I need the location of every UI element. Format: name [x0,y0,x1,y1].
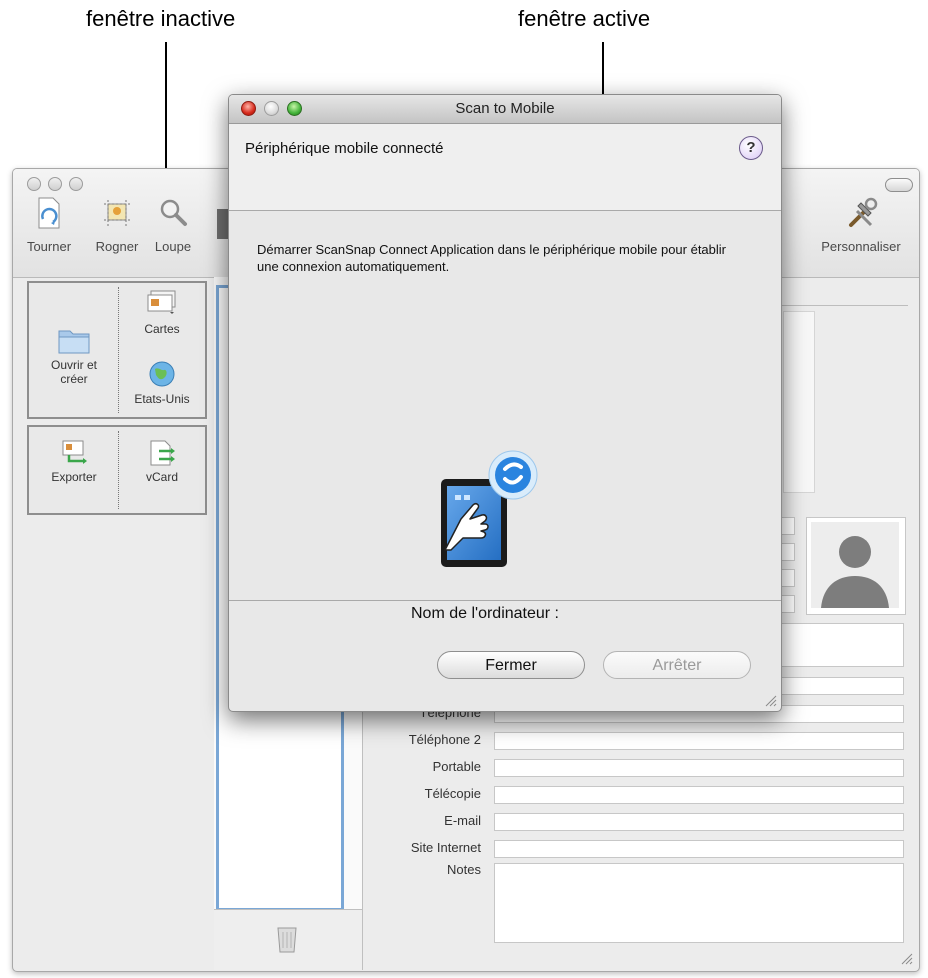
mobile-label: Portable [432,759,481,774]
active-window-callout: fenêtre active [518,6,651,31]
name-field-2[interactable] [781,543,795,561]
cards-label: Cartes [144,322,180,336]
trash-area[interactable] [214,909,362,970]
magnifier-icon [160,199,187,226]
contact-photo [806,517,906,615]
instructions-text: Démarrer ScanSnap Connect Application da… [257,242,726,274]
panel-divider [118,431,119,509]
person-silhouette-icon [811,522,899,608]
open-create-button[interactable]: Ouvrir et créer [31,325,117,386]
vcard-label: vCard [145,470,178,484]
cards-button[interactable]: Cartes [121,289,203,336]
trash-icon [277,927,297,953]
resize-grip-icon[interactable] [901,953,913,965]
stop-button[interactable]: Arrêter [603,651,751,679]
dialog-resize-grip-icon[interactable] [765,695,777,707]
rotate-icon [38,197,60,229]
zoom-label: Loupe [154,239,192,254]
fax-field[interactable] [494,786,904,804]
website-label: Site Internet [410,840,481,855]
vcard-icon [150,440,175,466]
inactive-window-callout-line [165,42,167,186]
name-field-3[interactable] [781,569,795,587]
open-cards-panel: Ouvrir et créer Cartes Etats-Unis [27,281,207,419]
export-panel: Exporter vCard [27,425,207,515]
tablet-tap-icon [441,450,538,567]
inactive-window-callout: fenêtre inactive [86,6,236,31]
customize-label: Personnaliser [821,239,901,254]
card-preview [783,311,815,493]
crop-button[interactable]: Rogner [85,195,149,265]
zoom-button[interactable]: Loupe [141,195,205,265]
us-button[interactable]: Etats-Unis [121,359,203,406]
export-button[interactable]: Exporter [31,439,117,484]
notes-field[interactable] [494,863,904,943]
email-label: E-mail [444,813,481,828]
dialog-header: Périphérique mobile connecté ? [229,124,781,211]
us-label: Etats-Unis [134,392,190,406]
phone2-label: Téléphone 2 [408,732,481,747]
zoom-window-button[interactable] [69,177,83,191]
dialog-titlebar: Scan to Mobile [229,95,781,124]
rotate-button[interactable]: Tourner [17,195,81,265]
phone2-field[interactable] [494,732,904,750]
crop-label: Rogner [95,239,139,254]
name-field-1[interactable] [781,517,795,535]
panel-divider [118,287,119,413]
close-button[interactable]: Fermer [437,651,585,679]
dialog-header-text: Périphérique mobile connecté [245,140,444,157]
globe-icon [149,361,175,387]
export-label: Exporter [51,470,97,484]
computer-name-label: Nom de l'ordinateur : [410,605,559,622]
dialog-title: Scan to Mobile [455,100,555,117]
help-button[interactable]: ? [739,136,763,160]
fax-label: Télécopie [424,786,481,801]
email-field[interactable] [494,813,904,831]
tools-icon [849,197,878,227]
name-field-4[interactable] [781,595,795,613]
cards-icon [147,290,176,314]
website-field[interactable] [494,840,904,858]
dialog-separator [229,600,781,601]
computer-name-value-blurred [539,610,757,624]
export-icon [62,440,87,464]
customize-button[interactable]: Personnaliser [811,195,911,265]
active-window-callout-line [602,42,604,98]
vcard-button[interactable]: vCard [121,439,203,484]
close-window-button[interactable] [27,177,41,191]
mobile-field[interactable] [494,759,904,777]
scan-to-mobile-dialog: Scan to Mobile Périphérique mobile conne… [228,94,782,712]
toolbar-toggle-button[interactable] [885,178,913,192]
open-create-label: Ouvrir et créer [50,358,97,386]
folder-icon [58,330,90,354]
minimize-window-button[interactable] [48,177,62,191]
crop-icon [104,200,130,226]
notes-label: Notes [447,862,481,877]
rotate-label: Tourner [26,239,72,254]
